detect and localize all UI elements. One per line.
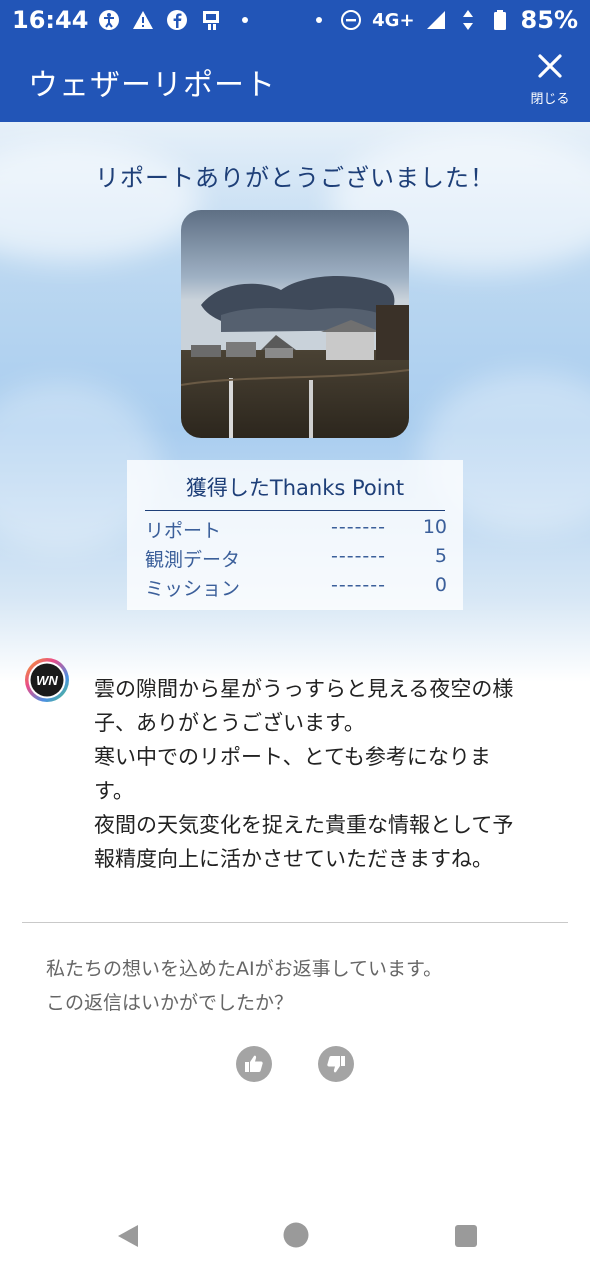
close-label: 閉じる [530, 92, 570, 107]
app-bar: ウェザーリポート 閉じる [0, 40, 590, 122]
status-bar: 16:44 4G+ 85% [0, 0, 590, 40]
system-nav-bar [0, 1195, 590, 1279]
cast-icon [200, 9, 222, 31]
reply-line: 雲の隙間から星がうっすらと見える夜空の様 [94, 677, 514, 701]
ai-avatar-icon: WN [24, 657, 70, 703]
feedback-line: この返信はいかがでしたか？ [46, 992, 294, 1014]
reply-line: 報精度向上に活かさせていただきますね。 [94, 847, 493, 871]
close-button[interactable]: 閉じる [524, 50, 576, 114]
back-icon [118, 1225, 138, 1247]
thanks-points-card: 獲得したThanks Point リポート ------- 10 観測データ -… [127, 460, 463, 610]
reply-line: 子、ありがとうございます。 [94, 711, 365, 735]
points-dashes: ------- [331, 545, 386, 567]
report-photo [181, 210, 409, 438]
notification-dot-icon [234, 9, 256, 31]
battery-icon [489, 9, 511, 31]
battery-percent: 85% [520, 6, 578, 34]
facebook-icon [166, 9, 188, 31]
points-label: リポート [145, 520, 222, 542]
points-value: 0 [434, 574, 447, 596]
ai-avatar-text: WN [36, 673, 58, 688]
reply-line: す。 [94, 779, 134, 803]
thumbs-up-button[interactable] [236, 1046, 272, 1082]
ai-reply-message: 雲の隙間から星がうっすらと見える夜空の様 子、ありがとうございます。 寒い中での… [94, 672, 564, 876]
points-dashes: ------- [331, 516, 386, 538]
thumbs-down-icon [327, 1056, 345, 1073]
thumbs-up-icon [245, 1055, 263, 1072]
home-icon [283, 1222, 309, 1248]
report-summary: リポートありがとうございました！ 獲得したThanks Point リポート -… [0, 122, 590, 682]
dot-icon [308, 9, 330, 31]
back-button[interactable] [116, 1223, 140, 1253]
points-value: 10 [422, 516, 447, 538]
points-row: リポート ------- 10 [145, 516, 447, 544]
close-icon [538, 54, 562, 78]
accessibility-icon [98, 9, 120, 31]
points-row: 観測データ ------- 5 [145, 545, 447, 573]
reply-line: 寒い中でのリポート、とても参考になりま [94, 745, 491, 769]
network-type: 4G+ [372, 9, 415, 31]
recents-icon [455, 1225, 477, 1247]
feedback-prompt: 私たちの想いを込めたAIがお返事しています。 この返信はいかがでしたか？ [46, 952, 566, 1020]
points-title: 獲得したThanks Point [145, 472, 445, 511]
status-time: 16:44 [12, 6, 89, 34]
signal-icon [425, 9, 447, 31]
points-label: 観測データ [145, 549, 241, 571]
warning-icon [132, 9, 154, 31]
points-dashes: ------- [331, 574, 386, 596]
feedback-line: 私たちの想いを込めたAIがお返事しています。 [46, 958, 443, 980]
thumbs-down-button[interactable] [318, 1046, 354, 1082]
thanks-message: リポートありがとうございました！ [95, 164, 495, 192]
page-title: ウェザーリポート [28, 68, 276, 103]
points-value: 5 [434, 545, 447, 567]
home-button[interactable] [283, 1222, 309, 1252]
divider [22, 922, 568, 923]
reply-line: 夜間の天気変化を捉えた貴重な情報として予 [94, 813, 514, 837]
do-not-disturb-icon [340, 9, 362, 31]
points-label: ミッション [145, 578, 241, 600]
data-arrows-icon [457, 9, 479, 31]
points-row: ミッション ------- 0 [145, 574, 447, 602]
recents-button[interactable] [454, 1224, 478, 1252]
